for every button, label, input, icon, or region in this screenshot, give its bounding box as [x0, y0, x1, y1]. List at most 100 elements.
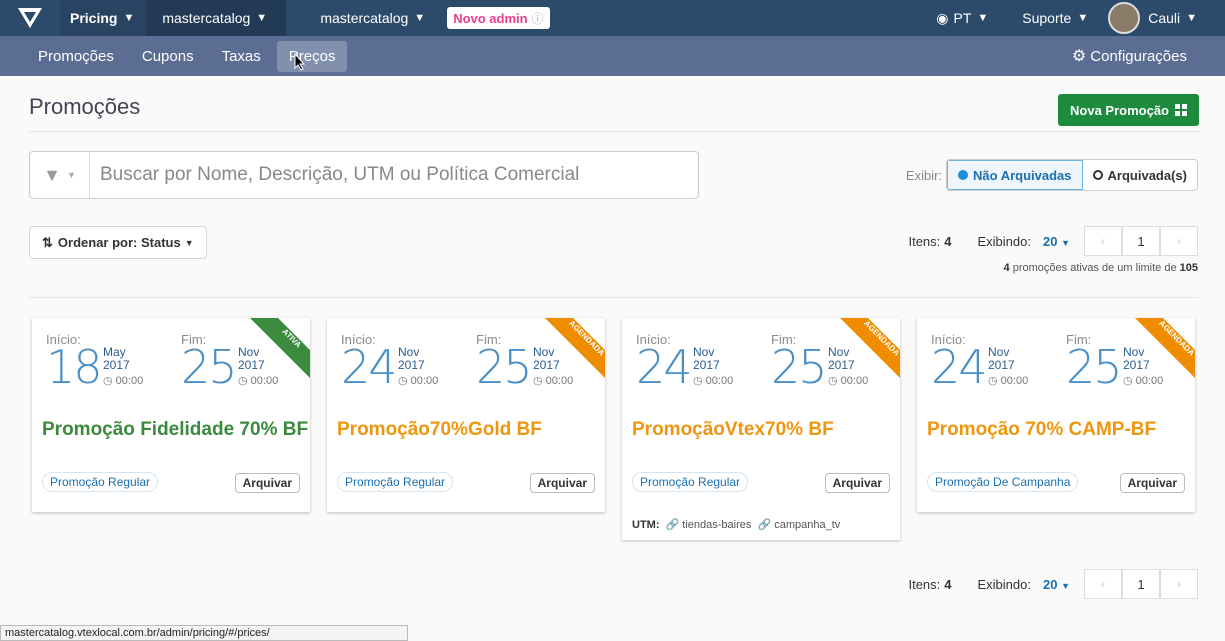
chevron-down-icon: ▼ [977, 12, 989, 24]
end-date: Fim: 25 Nov 2017 ◷ 00:00 [1066, 332, 1163, 390]
display-filter: Exibir: Não Arquivadas Arquivada(s) [906, 159, 1198, 191]
archived-toggle[interactable]: Arquivada(s) [1082, 160, 1197, 190]
user-menu[interactable]: Cauli ▼ [1098, 0, 1207, 36]
caret-down-icon: ▼ [1061, 580, 1070, 591]
start-day: 24 [636, 340, 693, 394]
limit-text: promoções ativas de um limite de [1009, 262, 1180, 274]
start-year: 2017 [988, 358, 1015, 372]
next-page-button[interactable]: › [1160, 569, 1198, 599]
per-page-select[interactable]: 20 ▼ [1043, 577, 1070, 592]
vtex-logo-icon[interactable] [0, 0, 60, 36]
tab-precos[interactable]: Preços [276, 40, 348, 72]
chevron-down-icon: ▼ [1186, 12, 1197, 24]
next-page-button[interactable]: › [1160, 226, 1198, 256]
start-date: Início: 18 May 2017 ◷ 00:00 [46, 332, 143, 390]
status-ribbon: AGENDADA [1135, 318, 1195, 378]
end-date: Fim: 25 Nov 2017 ◷ 00:00 [181, 332, 278, 390]
settings-link[interactable]: ⚙ Configurações [1072, 46, 1187, 66]
sub-navbar: Promoções Cupons Taxas Preços ⚙ Configura… [0, 36, 1225, 76]
start-month: Nov [398, 345, 420, 359]
start-month-year: Nov 2017 [398, 346, 425, 372]
search-bar: ▼ ▼ [29, 151, 699, 199]
chevron-down-icon: ▼ [123, 12, 135, 24]
language-switcher[interactable]: ◉ PT ▼ [926, 0, 998, 36]
start-month: Nov [693, 345, 715, 359]
sort-label: Ordenar por: Status [57, 235, 181, 250]
pagination-top: Itens: 4 Exibindo: 20 ▼ ‹ 1 › [908, 226, 1198, 256]
new-promotion-button[interactable]: Nova Promoção [1058, 94, 1199, 126]
app-switcher[interactable]: Pricing ▼ [60, 0, 147, 36]
start-month-year: Nov 2017 [988, 346, 1015, 372]
prev-page-button[interactable]: ‹ [1084, 226, 1122, 256]
support-menu[interactable]: Suporte ▼ [1012, 0, 1098, 36]
archive-button[interactable]: Arquivar [1119, 473, 1185, 493]
new-admin-label: Novo admin [453, 10, 528, 26]
store-switcher[interactable]: mastercatalog ▼ [286, 0, 435, 36]
start-time: ◷ 00:00 [693, 374, 733, 387]
status-ribbon: AGENDADA [545, 318, 605, 378]
sort-dropdown[interactable]: ⇅ Ordenar por: Status ▼ [29, 226, 207, 259]
not-archived-label: Não Arquivadas [973, 167, 1072, 183]
start-year: 2017 [693, 358, 720, 372]
filter-dropdown[interactable]: ▼ ▼ [30, 152, 90, 198]
promotion-card[interactable]: Início: 24 Nov 2017 ◷ 00:00 Fim: 25 Nov 20… [327, 318, 605, 512]
tab-cupons[interactable]: Cupons [130, 41, 206, 72]
display-label: Exibir: [905, 167, 943, 183]
user-name: Cauli [1148, 10, 1181, 26]
start-time: ◷ 00:00 [988, 374, 1028, 387]
page-title: Promoções [29, 94, 141, 119]
tab-taxas[interactable]: Taxas [210, 41, 273, 72]
archive-button[interactable]: Arquivar [234, 473, 300, 493]
new-admin-link[interactable]: Novo admin ⓘ [447, 7, 550, 29]
showing-label: Exibindo: [977, 233, 1031, 249]
link-icon: 🔗 [757, 519, 772, 531]
promotion-name[interactable]: Promoção 70% CAMP-BF [927, 419, 1156, 441]
page-number-input[interactable]: 1 [1122, 569, 1160, 599]
account-name: mastercatalog [162, 10, 251, 26]
divider [29, 297, 1199, 298]
promotion-name[interactable]: Promoção70%Gold BF [337, 419, 542, 441]
chevron-down-icon: ▼ [256, 12, 268, 24]
per-page-value: 20 [1042, 576, 1058, 592]
end-day: 25 [1066, 340, 1123, 394]
start-year: 2017 [398, 358, 425, 372]
search-input[interactable] [90, 164, 690, 186]
start-month: May [103, 345, 126, 359]
start-month-year: May 2017 [103, 346, 130, 372]
link-icon: 🔗 [665, 519, 680, 531]
items-count: 4 [944, 233, 952, 249]
start-time: ◷ 00:00 [398, 374, 438, 387]
account-switcher[interactable]: mastercatalog ▼ [146, 0, 287, 36]
start-day: 18 [46, 340, 103, 394]
mouse-cursor-icon [294, 53, 306, 71]
utm-info: UTM: 🔗 tiendas-baires 🔗 campanha_tv [632, 518, 840, 531]
archive-button[interactable]: Arquivar [529, 473, 595, 493]
promotion-name[interactable]: Promoção Fidelidade 70% BF [42, 419, 308, 441]
page-header: Promoções Nova Promoção [29, 94, 1199, 132]
caret-down-icon: ▼ [66, 170, 76, 180]
per-page-value: 20 [1042, 233, 1058, 249]
promotion-name[interactable]: PromoçãoVtex70% BF [632, 419, 834, 441]
page-number-input[interactable]: 1 [1122, 226, 1160, 256]
pagination-bottom: Itens: 4 Exibindo: 20 ▼ ‹ 1 › [908, 569, 1198, 599]
gear-icon: ⚙ [1071, 48, 1087, 65]
tab-promocoes[interactable]: Promoções [26, 41, 126, 72]
items-label: Itens: [908, 233, 941, 249]
end-day: 25 [771, 340, 828, 394]
clock-icon: ◷ [238, 375, 248, 387]
prev-page-button[interactable]: ‹ [1084, 569, 1122, 599]
promotion-type-badge: Promoção Regular [632, 472, 749, 492]
clock-icon: ◷ [398, 375, 408, 387]
start-date: Início: 24 Nov 2017 ◷ 00:00 [636, 332, 733, 390]
promotion-card[interactable]: Início: 24 Nov 2017 ◷ 00:00 Fim: 25 Nov 20… [917, 318, 1195, 512]
start-date: Início: 24 Nov 2017 ◷ 00:00 [931, 332, 1028, 390]
promotion-card[interactable]: Início: 24 Nov 2017 ◷ 00:00 Fim: 25 Nov 20… [622, 318, 900, 540]
radio-selected-icon [958, 170, 969, 180]
promotion-card[interactable]: Início: 18 May 2017 ◷ 00:00 Fim: 25 Nov 20… [32, 318, 310, 512]
not-archived-toggle[interactable]: Não Arquivadas [947, 160, 1083, 190]
archive-button[interactable]: Arquivar [824, 473, 890, 493]
chevron-left-icon: ‹ [1101, 234, 1105, 248]
start-time-value: 00:00 [115, 375, 144, 387]
per-page-select[interactable]: 20 ▼ [1043, 234, 1070, 249]
limit-max: 105 [1179, 262, 1198, 274]
